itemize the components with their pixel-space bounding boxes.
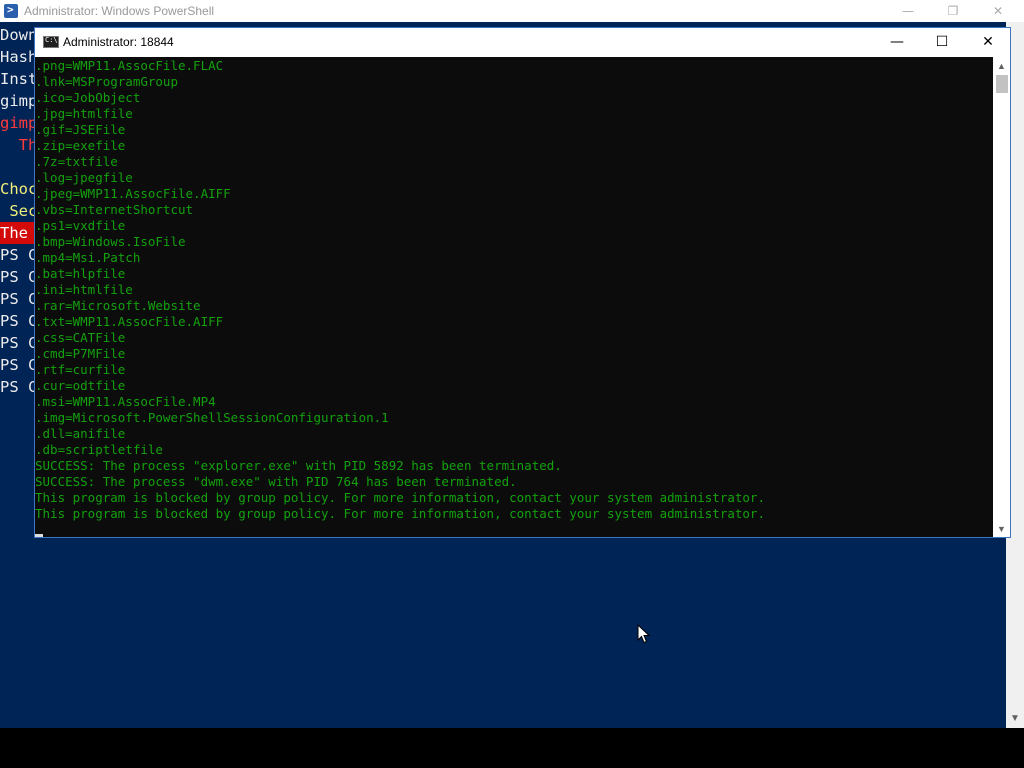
powershell-title-bar[interactable]: Administrator: Windows PowerShell — ❐ ✕ xyxy=(0,0,1024,22)
cmd-output-line: .msi=WMP11.AssocFile.MP4 xyxy=(35,394,216,409)
cmd-output-line: .gif=JSEFile xyxy=(35,122,126,137)
cmd-console-output[interactable]: .png=WMP11.AssocFile.FLAC .lnk=MSProgramG… xyxy=(35,57,993,538)
powershell-output-line: Sec xyxy=(0,202,36,220)
cmd-output-line: This program is blocked by group policy.… xyxy=(35,490,765,505)
powershell-window-title: Administrator: Windows PowerShell xyxy=(24,4,215,18)
powershell-output-line xyxy=(0,156,36,178)
cmd-output-line: .txt=WMP11.AssocFile.AIFF xyxy=(35,314,224,329)
cmd-maximize-button[interactable]: ☐ xyxy=(919,28,965,57)
powershell-output-line: PS C xyxy=(0,290,36,308)
cmd-output-line: .dll=anifile xyxy=(35,426,126,441)
powershell-output-line: PS C xyxy=(0,246,36,264)
mouse-pointer-icon xyxy=(637,624,651,644)
cmd-icon xyxy=(43,36,59,48)
powershell-output-line: Th xyxy=(0,136,36,154)
powershell-icon xyxy=(4,3,18,18)
powershell-output-line: The xyxy=(0,222,36,244)
powershell-console-output[interactable]: Down Hash Inst gimp gimp Th Choc Sec The PS C P… xyxy=(0,24,36,404)
powershell-output-line: Choc xyxy=(0,180,36,198)
powershell-close-button[interactable]: ✕ xyxy=(983,2,1013,20)
cmd-output-line: .png=WMP11.AssocFile.FLAC xyxy=(35,58,224,73)
cmd-output-line: .ico=JobObject xyxy=(35,90,141,105)
cmd-output-line: .vbs=InternetShortcut xyxy=(35,202,194,217)
powershell-output-line: Inst xyxy=(0,70,36,88)
powershell-output-line: PS C xyxy=(0,356,36,374)
cmd-window[interactable]: Administrator: 18844 — ☐ ✕ .png=WMP11.As… xyxy=(34,27,1011,538)
cmd-output-line: SUCCESS: The process "dwm.exe" with PID … xyxy=(35,474,517,489)
cmd-output-line: .img=Microsoft.PowerShellSessionConfigur… xyxy=(35,410,389,425)
powershell-output-line: PS C xyxy=(0,312,36,330)
powershell-output-line: PS C xyxy=(0,378,36,396)
cmd-output-line: .db=scriptletfile xyxy=(35,442,163,457)
cmd-output-line: .rar=Microsoft.Website xyxy=(35,298,201,313)
powershell-minimize-button[interactable]: — xyxy=(893,2,923,20)
powershell-output-line: Hash xyxy=(0,48,36,66)
taskbar-area xyxy=(0,728,1024,768)
cmd-scroll-up-arrow-icon[interactable]: ▲ xyxy=(993,59,1010,73)
cmd-output-line: .lnk=MSProgramGroup xyxy=(35,74,178,89)
cmd-output-line: .jpg=htmlfile xyxy=(35,106,133,121)
cmd-output-line: .bmp=Windows.IsoFile xyxy=(35,234,186,249)
cmd-scrollbar[interactable] xyxy=(993,57,1010,537)
powershell-output-line: gimp xyxy=(0,92,36,110)
cmd-output-line: .css=CATFile xyxy=(35,330,126,345)
cmd-output-line: .ps1=vxdfile xyxy=(35,218,126,233)
cmd-minimize-button[interactable]: — xyxy=(874,28,920,57)
cmd-output-line: .cur=odtfile xyxy=(35,378,126,393)
cmd-output-line: .log=jpegfile xyxy=(35,170,133,185)
cmd-output-line: .zip=exefile xyxy=(35,138,126,153)
powershell-output-line: Down xyxy=(0,26,36,44)
text-cursor xyxy=(35,534,43,537)
cmd-output-line: .mp4=Msi.Patch xyxy=(35,250,141,265)
cmd-output-line: SUCCESS: The process "explorer.exe" with… xyxy=(35,458,562,473)
cmd-output-line: .bat=hlpfile xyxy=(35,266,126,281)
cmd-window-title: Administrator: 18844 xyxy=(63,35,174,49)
cmd-output-line: .7z=txtfile xyxy=(35,154,118,169)
cmd-output-line: .rtf=curfile xyxy=(35,362,126,377)
powershell-scroll-down-arrow-icon[interactable]: ▼ xyxy=(1006,710,1024,728)
cmd-close-button[interactable]: ✕ xyxy=(965,28,1011,57)
cmd-output-line: .cmd=P7MFile xyxy=(35,346,126,361)
powershell-output-line: PS C xyxy=(0,268,36,286)
cmd-scroll-thumb[interactable] xyxy=(996,75,1008,93)
cmd-output-line: This program is blocked by group policy.… xyxy=(35,506,765,521)
powershell-restore-button[interactable]: ❐ xyxy=(938,2,968,20)
cmd-output-line: .ini=htmlfile xyxy=(35,282,133,297)
cmd-scroll-down-arrow-icon[interactable]: ▼ xyxy=(993,522,1010,536)
cmd-title-bar[interactable]: Administrator: 18844 — ☐ ✕ xyxy=(35,28,1010,57)
cmd-output-line: .jpeg=WMP11.AssocFile.AIFF xyxy=(35,186,231,201)
powershell-output-line: PS C xyxy=(0,334,36,352)
powershell-output-line: gimp xyxy=(0,114,36,132)
